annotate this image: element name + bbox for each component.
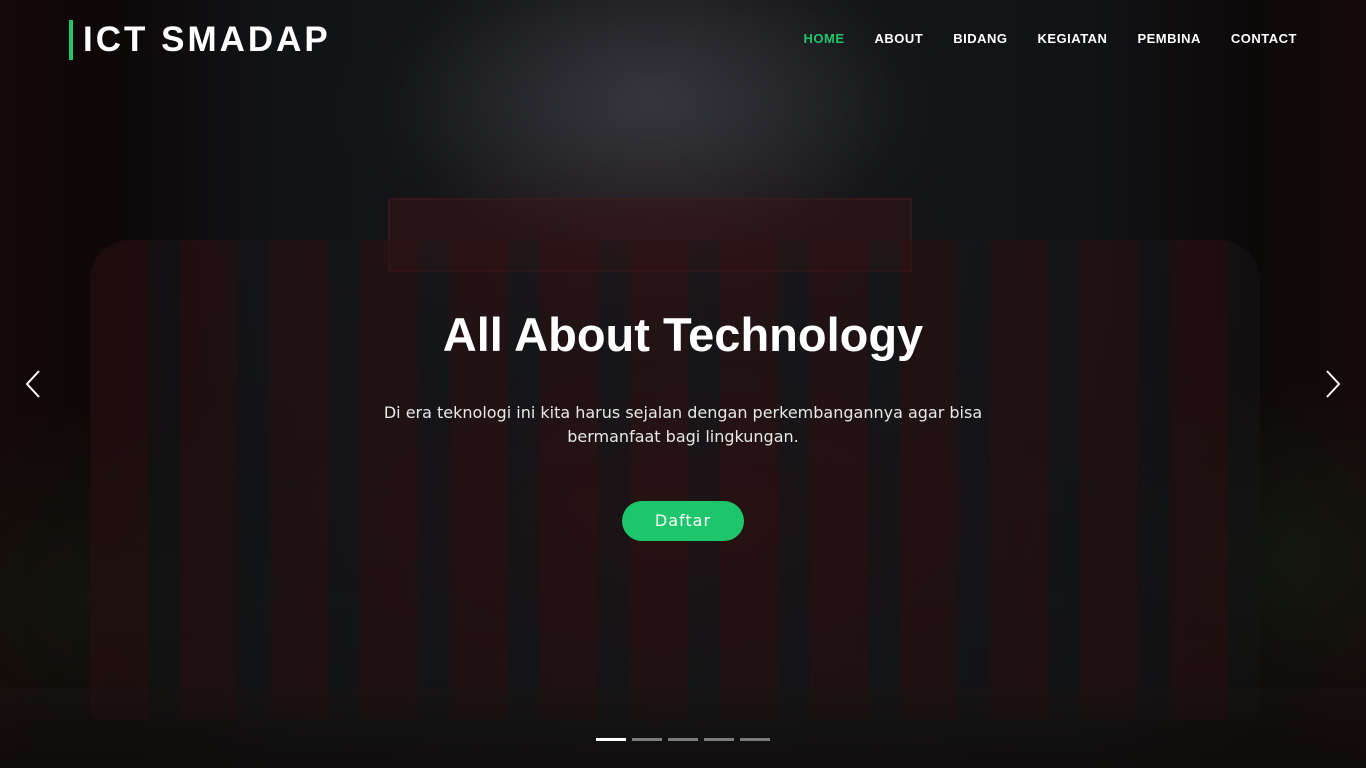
daftar-button[interactable]: Daftar (622, 501, 744, 541)
nav-item-contact[interactable]: CONTACT (1231, 30, 1297, 48)
nav-item-kegiatan[interactable]: KEGIATAN (1037, 30, 1107, 48)
nav-item-pembina[interactable]: PEMBINA (1137, 30, 1200, 48)
logo-accent-bar (69, 20, 73, 60)
hero-title: All About Technology (442, 308, 924, 361)
hero-content: All About Technology Di era teknologi in… (0, 300, 1366, 541)
nav-item-about[interactable]: ABOUT (874, 30, 923, 48)
site-header: ICT SMADAP HOME ABOUT BIDANG KEGIATAN PE… (0, 0, 1366, 80)
carousel-indicator-5[interactable] (740, 738, 770, 741)
nav-item-home[interactable]: HOME (803, 30, 844, 48)
nav-item-bidang[interactable]: BIDANG (953, 30, 1007, 48)
main-nav: HOME ABOUT BIDANG KEGIATAN PEMBINA CONTA… (803, 30, 1297, 48)
carousel-indicators (596, 738, 770, 741)
carousel-indicator-2[interactable] (632, 738, 662, 741)
carousel-indicator-4[interactable] (704, 738, 734, 741)
carousel-indicator-3[interactable] (668, 738, 698, 741)
site-logo[interactable]: ICT SMADAP (69, 20, 331, 60)
carousel-indicator-1[interactable] (596, 738, 626, 741)
hero-description: Di era teknologi ini kita harus sejalan … (383, 403, 983, 446)
hero-section: ICT SMADAP HOME ABOUT BIDANG KEGIATAN PE… (0, 0, 1366, 768)
logo-text[interactable]: ICT SMADAP (83, 20, 331, 60)
